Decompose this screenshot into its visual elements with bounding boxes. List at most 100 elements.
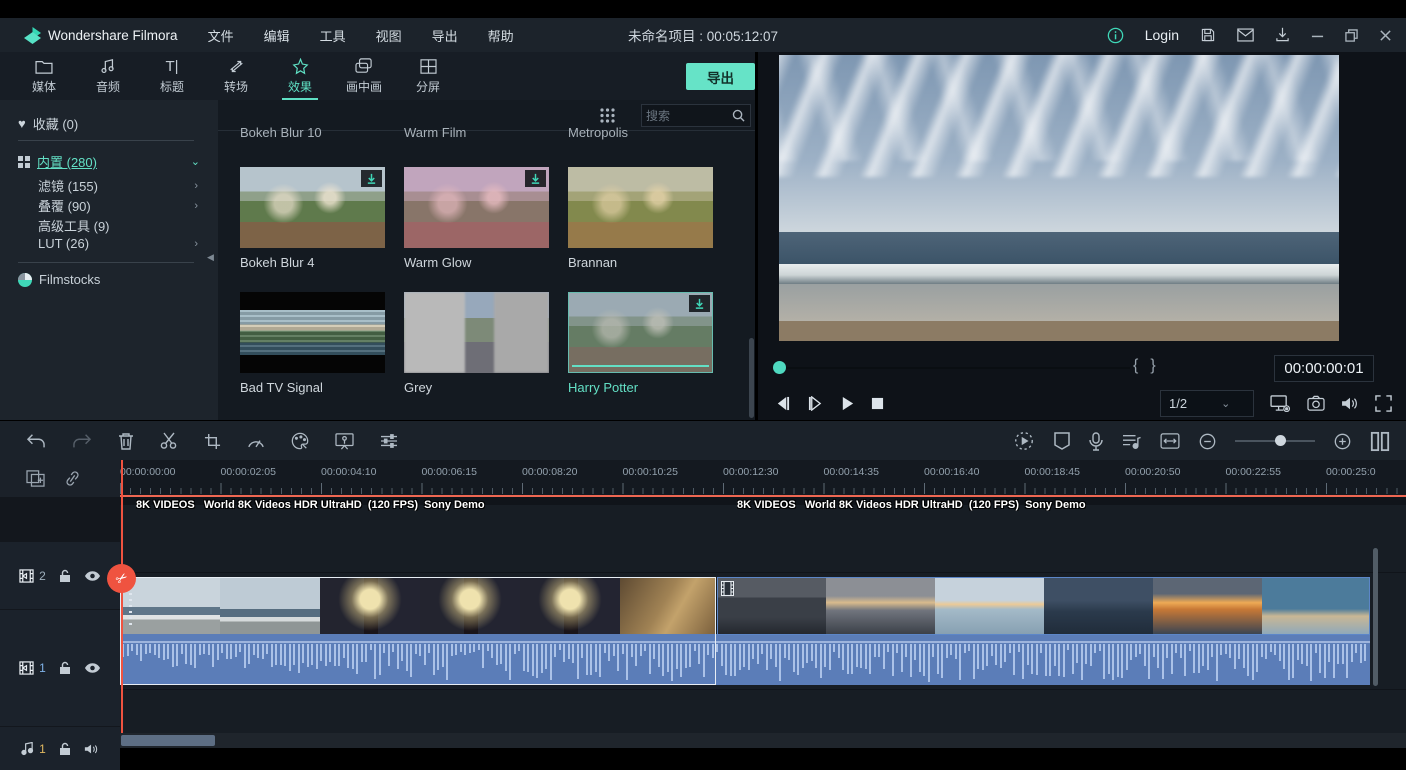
- sidebar-item-overlays[interactable]: 叠覆 (90)›: [38, 196, 198, 215]
- download-icon[interactable]: [525, 170, 546, 187]
- effect-name-clipped[interactable]: Metropolis: [568, 125, 628, 141]
- audio-mixer-icon[interactable]: [1122, 433, 1141, 450]
- speaker-icon[interactable]: [1341, 396, 1359, 411]
- sidebar-builtin[interactable]: 内置 (280) ⌄: [18, 152, 200, 171]
- menu-tools[interactable]: 工具: [320, 26, 346, 45]
- lock-icon[interactable]: [59, 569, 71, 583]
- eye-icon[interactable]: [84, 570, 101, 582]
- stop-button[interactable]: [871, 397, 884, 410]
- panel-layout-icon[interactable]: [1370, 431, 1390, 452]
- menu-file[interactable]: 文件: [208, 26, 234, 45]
- export-button[interactable]: 导出: [686, 63, 755, 90]
- grid-view-icon[interactable]: [600, 108, 615, 123]
- hscroll-thumb[interactable]: [121, 735, 215, 746]
- effect-name-clipped[interactable]: Bokeh Blur 10: [240, 125, 322, 141]
- timeline-vertical-scrollbar[interactable]: [1373, 548, 1378, 686]
- sidebar-item-lut[interactable]: LUT (26)›: [38, 236, 198, 251]
- undo-icon[interactable]: [26, 433, 46, 450]
- zoom-out-icon[interactable]: [1199, 433, 1216, 450]
- track-lane-video-2[interactable]: [120, 505, 1406, 572]
- timeline-ruler[interactable]: 00:00:00:00 00:00:02:05 00:00:04:10 00:0…: [120, 460, 1406, 497]
- track-header-audio-1[interactable]: 1: [0, 727, 120, 770]
- tab-transitions[interactable]: 转场: [216, 54, 256, 98]
- restore-button[interactable]: [1345, 29, 1358, 42]
- next-frame-button[interactable]: [807, 396, 824, 411]
- playhead-line[interactable]: [121, 460, 123, 734]
- markers-shield-icon[interactable]: [1054, 432, 1070, 450]
- tab-splitscreen[interactable]: 分屏: [408, 54, 448, 98]
- info-icon[interactable]: [1107, 27, 1124, 44]
- snapshot-camera-icon[interactable]: [1307, 395, 1325, 411]
- login-button[interactable]: Login: [1145, 27, 1179, 43]
- effect-card-bad-tv-signal[interactable]: Bad TV Signal: [240, 292, 385, 395]
- mark-in-out[interactable]: {}: [1133, 357, 1168, 375]
- timeline-horizontal-scrollbar[interactable]: [120, 733, 1406, 748]
- preview-video[interactable]: [779, 55, 1339, 341]
- link-clips-icon[interactable]: [63, 471, 82, 486]
- sidebar-collapse-handle[interactable]: ◀: [207, 252, 214, 263]
- effect-card-grey[interactable]: Grey: [404, 292, 549, 395]
- sidebar-favorites[interactable]: ♥ 收藏 (0): [18, 114, 78, 133]
- lock-icon[interactable]: [59, 661, 71, 675]
- clip-2-thumbnails[interactable]: [717, 578, 1370, 634]
- track-lane-audio-1[interactable]: [120, 690, 1406, 733]
- zoom-slider-handle[interactable]: [1275, 435, 1286, 446]
- redo-icon[interactable]: [72, 433, 92, 450]
- tab-pip[interactable]: 画中画: [344, 54, 384, 98]
- seek-bar[interactable]: [780, 367, 1130, 369]
- timeline-zoom-slider[interactable]: [1235, 440, 1315, 442]
- delete-icon[interactable]: [118, 432, 134, 450]
- playhead-split-button[interactable]: ✂: [107, 564, 136, 593]
- previous-frame-button[interactable]: [774, 396, 791, 411]
- fullscreen-icon[interactable]: [1375, 395, 1392, 412]
- play-button[interactable]: [840, 396, 855, 411]
- effects-scrollbar[interactable]: [749, 338, 754, 418]
- record-voiceover-icon[interactable]: [1089, 432, 1103, 451]
- lock-icon[interactable]: [59, 742, 71, 756]
- zoom-in-icon[interactable]: [1334, 433, 1351, 450]
- close-button[interactable]: [1379, 29, 1392, 42]
- speed-icon[interactable]: [247, 433, 265, 450]
- color-palette-icon[interactable]: [291, 432, 309, 450]
- mark-out-icon[interactable]: }: [1150, 357, 1167, 374]
- effect-name-clipped[interactable]: Warm Film: [404, 125, 466, 141]
- mail-icon[interactable]: [1237, 28, 1254, 42]
- tab-titles[interactable]: T|标题: [152, 54, 192, 98]
- preview-zoom-select[interactable]: 1/2⌄: [1160, 390, 1254, 417]
- render-preview-icon[interactable]: [1013, 430, 1035, 452]
- effect-card-warm-glow[interactable]: Warm Glow: [404, 167, 549, 270]
- sidebar-item-advanced-tools[interactable]: 高级工具 (9): [38, 216, 198, 235]
- sidebar-item-filters[interactable]: 滤镜 (155)›: [38, 176, 198, 195]
- seek-handle[interactable]: [773, 361, 786, 374]
- clip-audio-waveform-band[interactable]: [120, 634, 1370, 685]
- download-icon[interactable]: [689, 295, 710, 312]
- chevron-down-icon[interactable]: ⌄: [191, 155, 200, 168]
- effect-card-harry-potter[interactable]: Harry Potter: [568, 292, 713, 395]
- search-icon[interactable]: [732, 109, 745, 122]
- track-speaker-icon[interactable]: [84, 743, 99, 755]
- menu-help[interactable]: 帮助: [488, 26, 514, 45]
- zoom-to-fit-icon[interactable]: [1160, 433, 1180, 449]
- display-settings-icon[interactable]: [1270, 395, 1291, 412]
- eye-icon[interactable]: [84, 662, 101, 674]
- mark-in-icon[interactable]: {: [1133, 357, 1150, 374]
- menu-view[interactable]: 视图: [376, 26, 402, 45]
- save-icon[interactable]: [1200, 27, 1216, 43]
- clip-1-thumbnails[interactable]: [120, 578, 716, 634]
- menu-edit[interactable]: 编辑: [264, 26, 290, 45]
- sidebar-filmstocks[interactable]: Filmstocks: [18, 272, 100, 287]
- track-header-video-2[interactable]: 2: [0, 542, 120, 609]
- effect-card-bokeh-blur-4[interactable]: Bokeh Blur 4: [240, 167, 385, 270]
- split-scissors-icon[interactable]: [160, 432, 178, 450]
- tab-audio[interactable]: 音频: [88, 54, 128, 98]
- effect-card-brannan[interactable]: Brannan: [568, 167, 713, 270]
- minimize-button[interactable]: [1311, 29, 1324, 42]
- track-area[interactable]: 8K VIDEOS World 8K Videos HDR UltraHD (1…: [120, 497, 1406, 748]
- tab-media[interactable]: 媒体: [24, 54, 64, 98]
- crop-icon[interactable]: [204, 433, 221, 450]
- update-icon[interactable]: [1275, 27, 1290, 43]
- motion-tracking-icon[interactable]: [335, 433, 354, 450]
- track-header-video-1[interactable]: 1: [0, 610, 120, 726]
- menu-export[interactable]: 导出: [432, 26, 458, 45]
- adjust-sliders-icon[interactable]: [380, 433, 398, 449]
